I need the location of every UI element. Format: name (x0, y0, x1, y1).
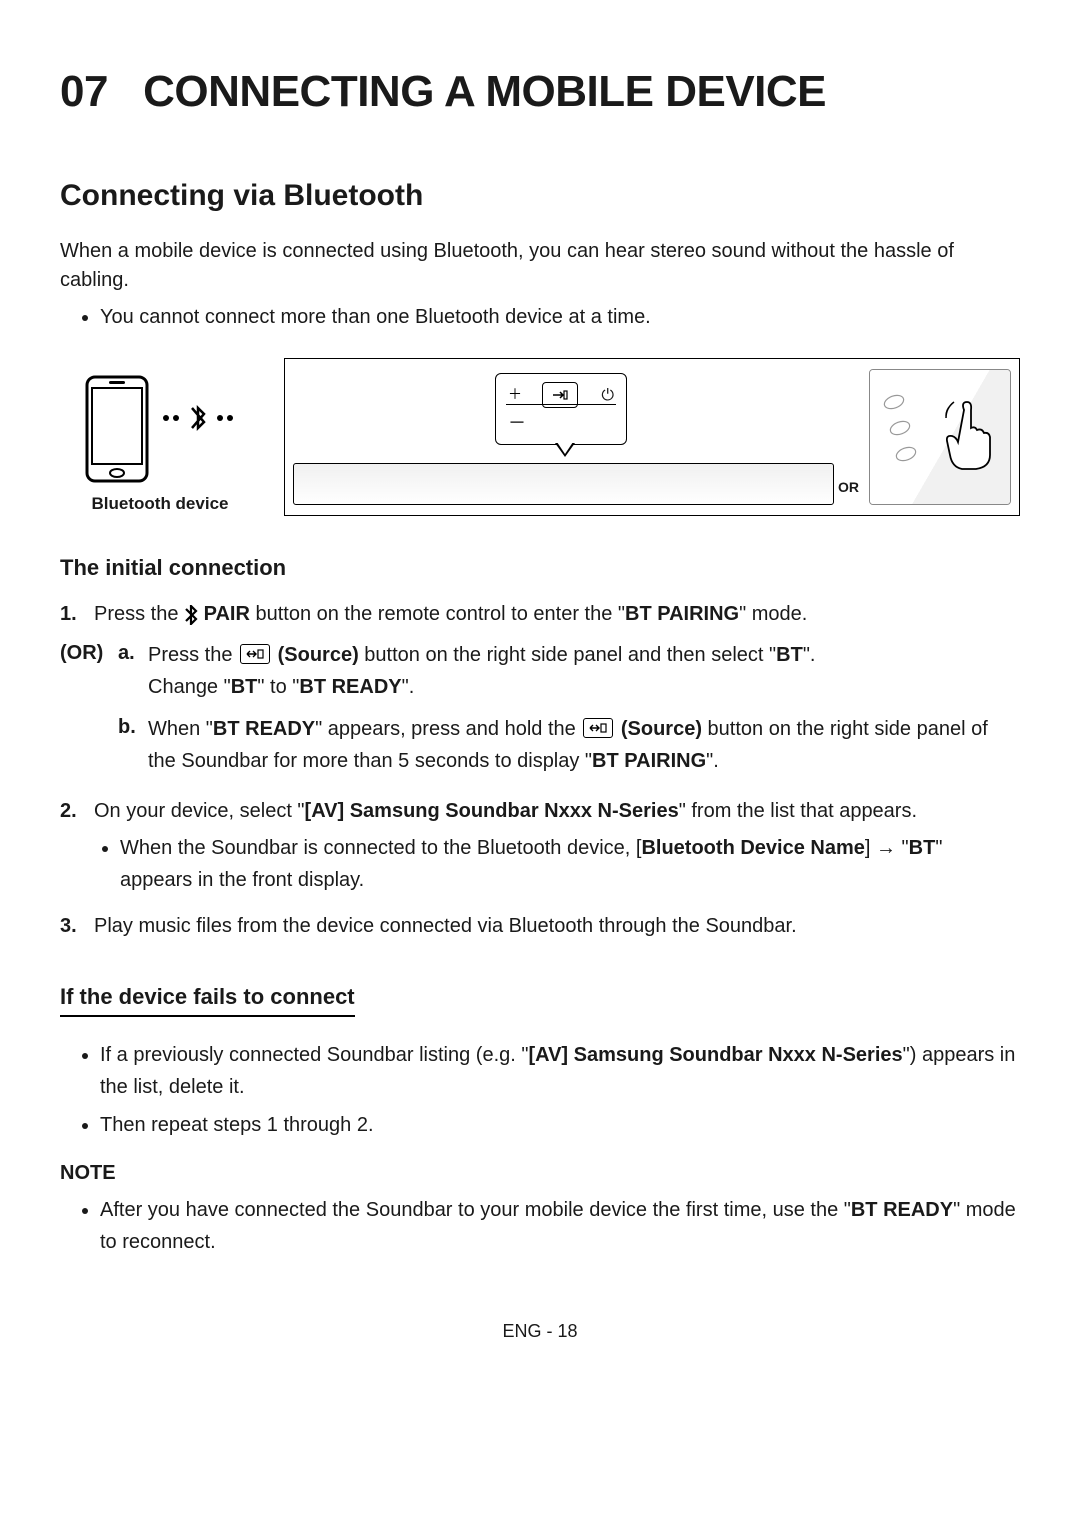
source-icon (240, 644, 270, 664)
remote-callout: ＋ － ⏻ (495, 373, 627, 445)
b-end: ". (706, 750, 719, 772)
note-b1-pre: After you have connected the Soundbar to… (100, 1199, 851, 1221)
step-2-post: " from the list that appears. (679, 800, 917, 822)
or-tag: (OR) (60, 639, 118, 787)
bluetooth-icon (184, 604, 198, 626)
section-title: Connecting via Bluetooth (60, 174, 1020, 218)
a-bt: BT (776, 644, 803, 666)
step-1-post: button on the remote control to enter th… (250, 603, 625, 625)
soundbar-figure: ＋ － ⏻ OR (284, 358, 1020, 516)
fail-b1-name: [AV] Samsung Soundbar Nxxx N-Series (528, 1044, 902, 1066)
fail-heading: If the device fails to connect (60, 981, 355, 1017)
note-heading: NOTE (60, 1159, 1020, 1188)
source-icon (583, 718, 613, 738)
soundbar-body (293, 463, 834, 505)
fail-bullet-1: If a previously connected Soundbar listi… (100, 1039, 1020, 1103)
a-line2-pre: Change " (148, 676, 231, 698)
page-footer: ENG - 18 (60, 1318, 1020, 1344)
a-source: (Source) (272, 644, 359, 666)
step-1-number: 1. (60, 600, 94, 629)
intro-bullet: You cannot connect more than one Bluetoo… (100, 303, 1020, 332)
a-line2-ready: BT READY (299, 676, 401, 698)
b-pairing: BT PAIRING (592, 750, 706, 772)
a-line2-bt: BT (231, 676, 258, 698)
bluetooth-signal-icon (158, 398, 238, 438)
b-ready: BT READY (213, 718, 315, 740)
a-after-bt: ". (803, 644, 816, 666)
a-line2-end: ". (402, 676, 415, 698)
step-2: 2. On your device, select "[AV] Samsung … (60, 797, 1020, 902)
side-panel-figure (869, 369, 1011, 505)
phone-icon (82, 374, 152, 484)
b-mid1: " appears, press and hold the (315, 718, 581, 740)
bluetooth-device-figure: Bluetooth device (60, 374, 260, 517)
diagram: Bluetooth device ＋ － ⏻ OR (60, 358, 1020, 516)
step-2-name: [AV] Samsung Soundbar Nxxx N-Series (305, 800, 679, 822)
substep-a-letter: a. (118, 639, 148, 703)
chapter-title: 07 CONNECTING A MOBILE DEVICE (60, 60, 1020, 124)
step-2-sub: When the Soundbar is connected to the Bl… (120, 832, 1020, 896)
step-2-sub-name: Bluetooth Device Name (641, 837, 864, 859)
initial-connection-heading: The initial connection (60, 552, 1020, 584)
substep-a: a. Press the (Source) button on the righ… (118, 639, 1020, 703)
chapter-number: 07 (60, 67, 108, 116)
step-3-text: Play music files from the device connect… (94, 912, 1020, 941)
a-pre: Press the (148, 644, 238, 666)
panel-buttons-icon (880, 388, 920, 478)
or-label: OR (838, 477, 859, 497)
plus-icon: ＋ (508, 384, 522, 404)
step-2-sub-bt: BT (909, 837, 936, 859)
step-2-sub-mid: ] → " (865, 837, 909, 859)
chapter-title-text: CONNECTING A MOBILE DEVICE (143, 67, 826, 116)
step-1: 1. Press the PAIR button on the remote c… (60, 600, 1020, 629)
callout-tail-icon (555, 443, 575, 457)
step-2-pre: On your device, select " (94, 800, 305, 822)
note-bullet-1: After you have connected the Soundbar to… (100, 1194, 1020, 1258)
b-pre: When " (148, 718, 213, 740)
fail-b1-pre: If a previously connected Soundbar listi… (100, 1044, 528, 1066)
step-1-mode: BT PAIRING (625, 603, 739, 625)
b-source: (Source) (615, 718, 702, 740)
step-3: 3. Play music files from the device conn… (60, 912, 1020, 941)
minus-icon: － (508, 410, 526, 436)
a-line2-mid: " to " (257, 676, 299, 698)
step-1-pre: Press the (94, 603, 184, 625)
step-1-pair: PAIR (198, 603, 250, 625)
step-3-number: 3. (60, 912, 94, 941)
note-b1-ready: BT READY (851, 1199, 953, 1221)
fail-bullet-2: Then repeat steps 1 through 2. (100, 1109, 1020, 1141)
step-2-number: 2. (60, 797, 94, 902)
hand-press-icon (944, 400, 1004, 470)
substep-b-letter: b. (118, 713, 148, 777)
or-alternative: (OR) a. Press the (Source) button on the… (60, 639, 1020, 787)
intro-text: When a mobile device is connected using … (60, 237, 1020, 295)
step-2-sub-pre: When the Soundbar is connected to the Bl… (120, 837, 641, 859)
substep-b: b. When "BT READY" appears, press and ho… (118, 713, 1020, 777)
a-mid: button on the right side panel and then … (359, 644, 776, 666)
bluetooth-device-label: Bluetooth device (92, 492, 229, 517)
step-1-end: " mode. (739, 603, 807, 625)
